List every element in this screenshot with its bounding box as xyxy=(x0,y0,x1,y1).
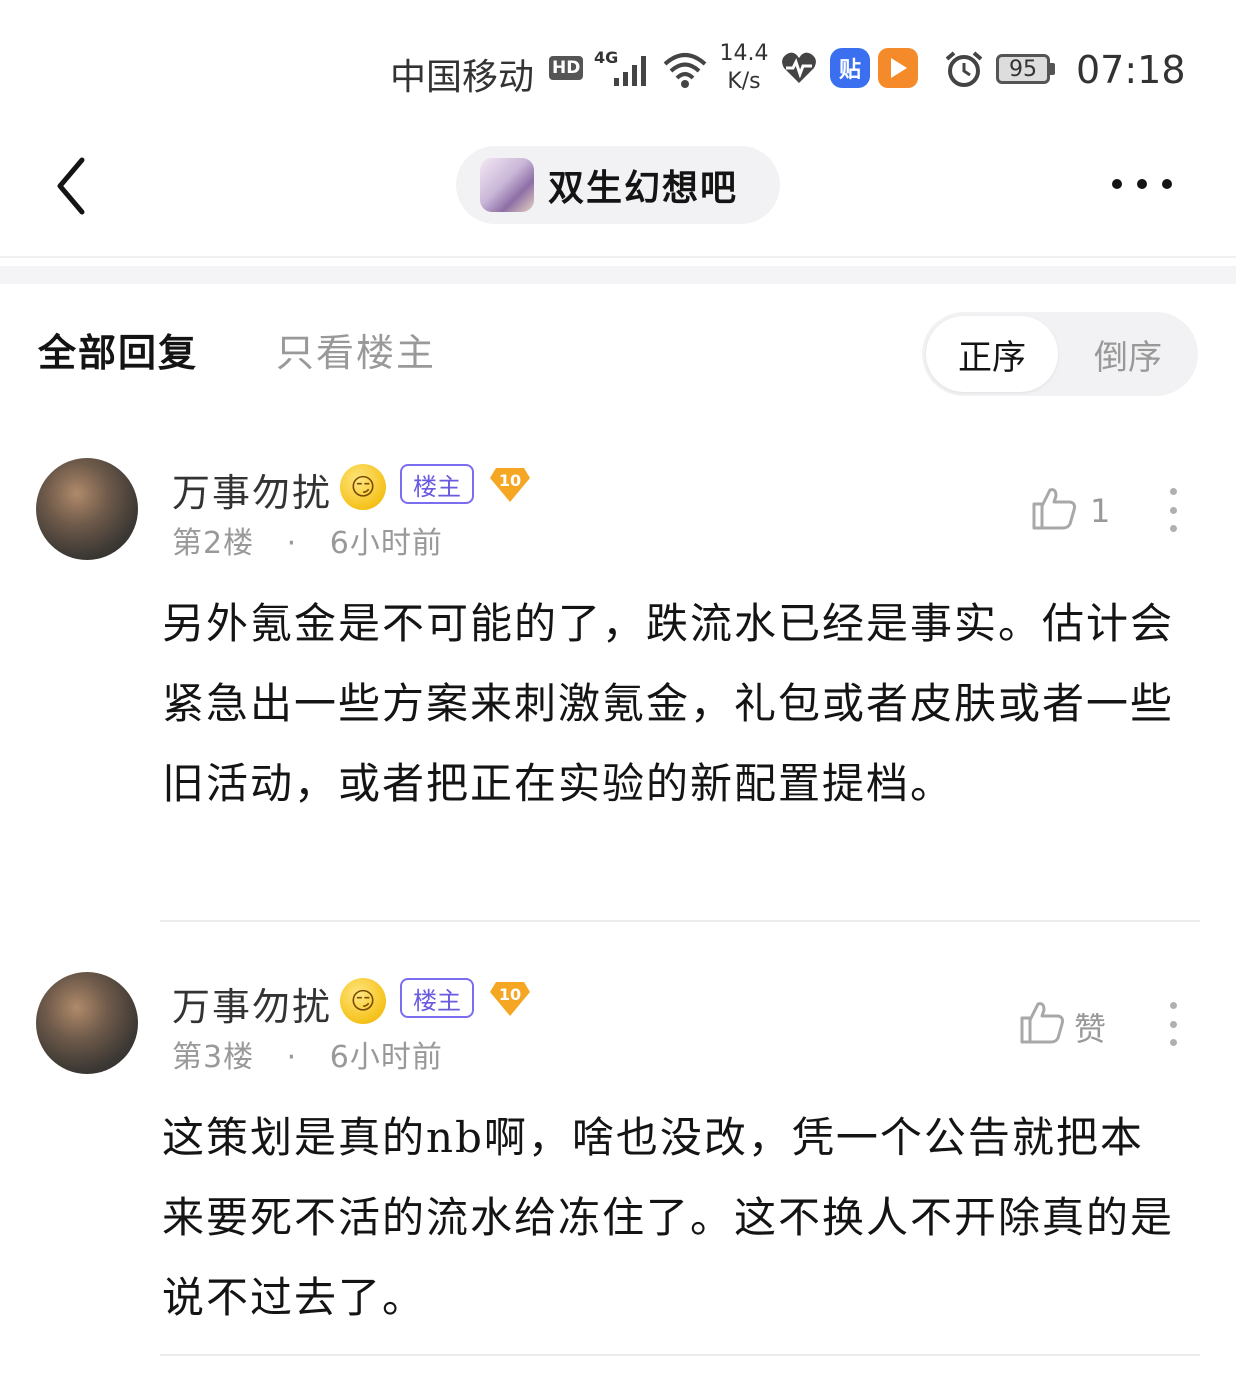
back-chevron-icon[interactable] xyxy=(52,154,92,218)
thumbs-up-icon[interactable] xyxy=(1018,998,1066,1046)
section-divider xyxy=(0,266,1236,284)
floor-number: 第2楼 xyxy=(172,526,255,561)
speed-value: 14.4 xyxy=(719,41,769,66)
meta-separator: · xyxy=(286,526,298,561)
battery-cap xyxy=(1050,63,1055,75)
op-badge: 楼主 xyxy=(400,464,474,504)
username[interactable]: 万事勿扰 xyxy=(172,462,332,517)
more-options-icon[interactable] xyxy=(1112,178,1172,190)
floor-number: 第3楼 xyxy=(172,1040,255,1075)
clock: 07:18 xyxy=(1076,48,1186,92)
post-time: 6小时前 xyxy=(329,526,443,561)
carrier-label: 中国移动 xyxy=(390,57,535,98)
level-number: 10 xyxy=(499,985,521,1004)
wifi-icon xyxy=(663,53,707,88)
sort-ascending-button[interactable]: 正序 xyxy=(926,316,1058,392)
play-icon xyxy=(891,58,907,78)
level-diamond-icon: 10 xyxy=(490,982,530,1016)
post-divider xyxy=(160,1354,1200,1356)
battery-level: 95 xyxy=(996,54,1050,84)
hd-badge: HD xyxy=(549,56,584,80)
user-avatar[interactable] xyxy=(36,972,138,1074)
user-emoji: 😏 xyxy=(340,464,386,510)
post-meta: 第3楼 · 6小时前 xyxy=(172,1032,443,1076)
level-diamond-icon: 10 xyxy=(490,468,530,502)
meta-separator: · xyxy=(286,1040,298,1075)
username[interactable]: 万事勿扰 xyxy=(172,976,332,1031)
post-time: 6小时前 xyxy=(329,1040,443,1075)
signal-icon xyxy=(614,56,646,86)
battery-indicator: 95 xyxy=(996,54,1055,84)
level-badge: 10 xyxy=(488,464,532,504)
op-badge: 楼主 xyxy=(400,978,474,1018)
post-content: 这策划是真的nb啊，啥也没改，凭一个公告就把本来要死不活的流水给冻住了。这不换人… xyxy=(162,1113,1175,1322)
post-more-icon[interactable] xyxy=(1169,488,1177,532)
nav-divider xyxy=(0,256,1236,258)
health-heart-icon xyxy=(782,52,816,83)
level-badge: 10 xyxy=(488,978,532,1018)
speed-unit: K/s xyxy=(727,69,761,94)
forum-title-pill[interactable]: 双生幻想吧 xyxy=(456,146,780,224)
sort-descending-button[interactable]: 倒序 xyxy=(1062,316,1194,392)
user-avatar[interactable] xyxy=(36,458,138,560)
network-speed: 14.4 K/s xyxy=(718,40,770,96)
thumbs-up-icon[interactable] xyxy=(1030,484,1078,532)
post-divider xyxy=(160,920,1200,922)
user-emoji: 😏 xyxy=(340,978,386,1024)
video-app-icon xyxy=(878,48,918,88)
forum-avatar xyxy=(480,158,534,212)
tab-op-only[interactable]: 只看楼主 xyxy=(276,322,436,377)
like-count: 1 xyxy=(1090,492,1111,530)
forum-name: 双生幻想吧 xyxy=(548,167,739,209)
level-number: 10 xyxy=(499,471,521,490)
like-label[interactable]: 赞 xyxy=(1074,1004,1106,1050)
post-content: 另外氪金是不可能的了，跌流水已经是事实。估计会紧急出一些方案来刺激氪金，礼包或者… xyxy=(162,599,1175,808)
post-more-icon[interactable] xyxy=(1169,1002,1177,1046)
status-bar: 中国移动 HD 4G 14.4 K/s 贴 95 07:18 xyxy=(0,0,1236,130)
tieba-app-icon: 贴 xyxy=(830,48,870,88)
alarm-icon xyxy=(945,51,983,87)
tab-all-replies[interactable]: 全部回复 xyxy=(38,322,198,377)
post-meta: 第2楼 · 6小时前 xyxy=(172,518,443,562)
